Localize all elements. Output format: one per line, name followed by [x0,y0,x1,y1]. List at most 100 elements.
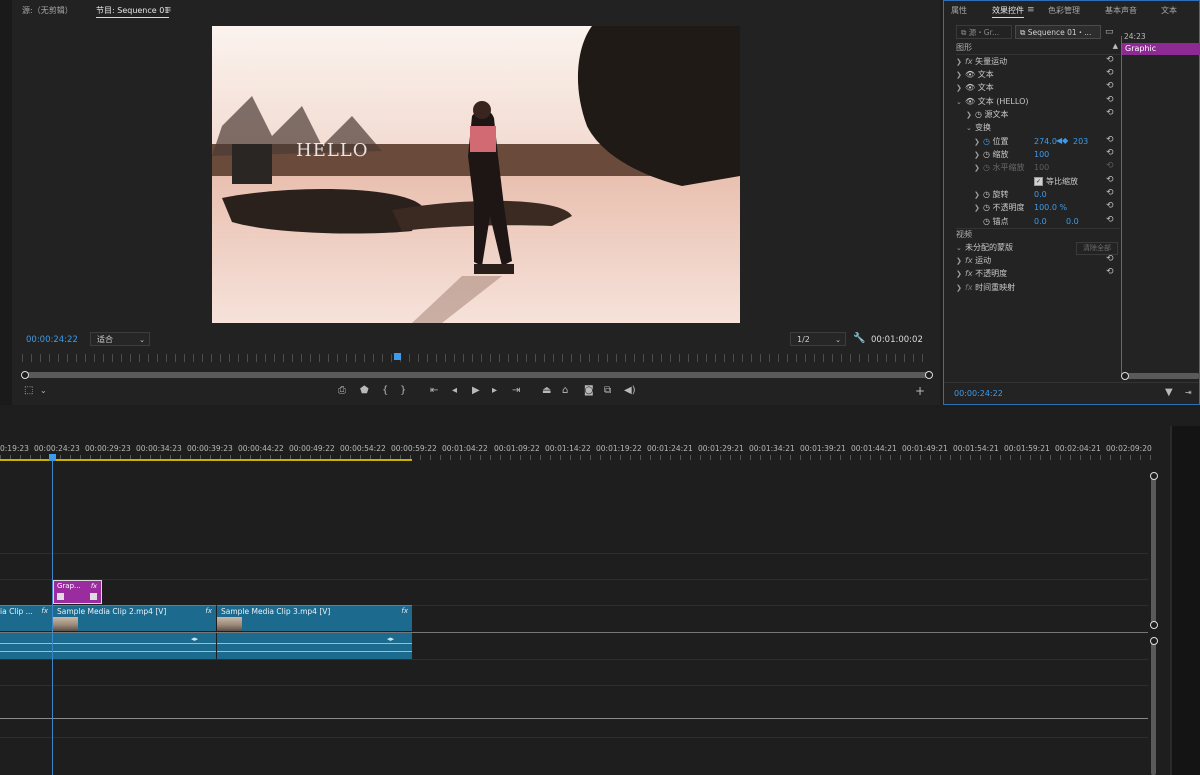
ec-row-vector-motion[interactable]: ❯ fx 矢量运动 [956,55,1120,68]
eye-icon[interactable]: 👁 [965,70,978,79]
hamburger-icon[interactable]: ≡ [1027,5,1035,15]
collapse-arrow-icon[interactable]: ⌄ [966,122,975,135]
video-clip-3[interactable]: Sample Media Clip 3.mp4 [V] fx [217,605,412,631]
sequence-clip-selector[interactable]: ⧉ Sequence 01・... [1015,25,1101,39]
timeline-vertical-scrollbar[interactable] [1151,475,1156,625]
reset-icon[interactable]: ⟲ [1106,215,1114,225]
anchor-y-value[interactable]: 0.0 [1066,217,1079,226]
go-to-in-icon[interactable]: ⇤ [430,386,438,396]
reset-icon[interactable]: ⟲ [1106,148,1114,158]
camera-icon[interactable]: ◙ [584,386,594,396]
timeline-playhead-line[interactable] [52,460,53,775]
rotation-value[interactable]: 0.0 [1034,190,1047,199]
expand-arrow-icon[interactable]: ❯ [956,82,965,95]
stopwatch-icon[interactable]: ◷ [983,190,993,199]
collapse-up-icon[interactable]: ▲ [1113,42,1118,50]
eye-icon[interactable]: 👁 [965,83,978,92]
mark-in-icon[interactable]: { [382,386,388,396]
reset-icon[interactable]: ⟲ [1106,55,1114,65]
reset-icon[interactable]: ⟲ [1106,68,1114,78]
stopwatch-icon[interactable]: ◷ [983,203,993,212]
reset-icon[interactable]: ⟲ [1106,108,1114,118]
ec-row-time-remap[interactable]: ❯ fx 时间重映射 [956,281,1120,294]
scroll-handle-right[interactable] [925,371,933,379]
ec-bottom-timecode[interactable]: 00:00:24:22 [954,389,1003,398]
expand-arrow-icon[interactable]: ❯ [974,202,983,215]
step-forward-icon[interactable]: ▸ [492,386,497,396]
video-clip-2[interactable]: Sample Media Clip 2.mp4 [V] fx [53,605,216,631]
export-arrow-icon[interactable]: ⇥ [1185,388,1192,398]
expand-arrow-icon[interactable]: ❯ [956,282,965,295]
extract-icon[interactable]: ⌂ [562,386,568,396]
reset-icon[interactable]: ⟲ [1106,201,1114,211]
playhead-marker-icon[interactable] [394,353,401,360]
ec-row-opacity2[interactable]: ❯ fx 不透明度 [956,267,1120,280]
hello-text-overlay[interactable]: HELLO [296,140,369,161]
work-area-bar[interactable] [0,459,412,461]
chevron-down-icon[interactable]: ⌄ [40,386,47,396]
step-back-icon[interactable]: ◂ [452,386,457,396]
tab-essential-sound[interactable]: 基本声音 [1105,5,1137,16]
reset-icon[interactable]: ⟲ [1106,267,1114,277]
ec-row-text-1[interactable]: ❯ 👁 文本 [956,68,1120,81]
tab-text[interactable]: 文本 [1161,5,1177,16]
reset-icon[interactable]: ⟲ [1106,81,1114,91]
wrench-icon[interactable]: 🔧 [853,334,865,344]
marker-export-icon[interactable]: ⎙ [338,386,346,396]
keyframe-nav-icon[interactable]: ◀◆ [1056,136,1068,145]
ec-row-transform[interactable]: ⌄ 变换 [956,121,1130,134]
position-y-value[interactable]: 203 [1073,137,1088,146]
play-icon[interactable]: ▶ [472,386,480,396]
ec-row-text-2[interactable]: ❯ 👁 文本 [956,81,1120,94]
audio-clip-1[interactable] [0,633,52,659]
tab-effect-controls[interactable]: 效果控件 [992,5,1024,18]
hamburger-icon[interactable]: ≡ [164,5,172,15]
program-mini-ruler[interactable] [22,354,928,362]
reset-icon[interactable]: ⟲ [1106,175,1114,185]
compare-icon[interactable]: ⧉ [604,386,611,396]
position-x-value[interactable]: 274.0 [1034,137,1057,146]
tab-color-management[interactable]: 色彩管理 [1048,5,1080,16]
audio-vertical-scrollbar[interactable] [1151,640,1156,775]
add-marker-icon[interactable]: ⬟ [360,386,369,396]
scale-value[interactable]: 100 [1034,150,1049,159]
program-zoom-scrollbar[interactable] [24,372,930,378]
stopwatch-icon[interactable]: ◷ [983,137,993,146]
program-timecode[interactable]: 00:00:24:22 [26,335,78,345]
stopwatch-icon[interactable]: ◷ [983,150,993,159]
tab-program[interactable]: 节目: Sequence 01 [96,5,170,18]
graphic-clip[interactable]: Grap... fx [53,580,102,604]
uniform-scale-checkbox[interactable]: ✓ [1034,177,1043,186]
anchor-x-value[interactable]: 0.0 [1034,217,1047,226]
filter-icon[interactable]: ▼ [1165,388,1173,398]
stopwatch-icon[interactable]: ◷ [983,217,993,226]
audio-clip-2[interactable]: ◂▸ [53,633,216,659]
reset-icon[interactable]: ⟲ [1106,135,1114,145]
reset-icon[interactable]: ⟲ [1106,188,1114,198]
scroll-handle-bottom[interactable] [1150,621,1158,629]
ec-row-motion[interactable]: ❯ fx 运动 [956,254,1120,267]
speaker-icon[interactable]: ◀) [624,386,636,396]
eye-icon[interactable]: 👁 [965,97,978,106]
scroll-handle-top[interactable] [1150,472,1158,480]
stopwatch-icon[interactable]: ◷ [975,110,985,119]
ec-row-anchor[interactable]: ◷ 锚点 [956,215,1147,228]
expand-arrow-icon[interactable]: ❯ [956,268,965,281]
ec-mini-clip[interactable]: Graphic [1122,43,1200,55]
resolution-dropdown[interactable]: 1/2 ⌄ [790,332,846,346]
ec-row-text-hello[interactable]: ⌄ 👁 文本 (HELLO) [956,95,1120,108]
go-to-out-icon[interactable]: ⇥ [512,386,520,396]
ec-horizontal-scrollbar[interactable] [1124,373,1200,379]
video-clip-1[interactable]: ia Clip ... fx [0,605,52,631]
tab-properties[interactable]: 属性 [951,5,967,16]
lift-icon[interactable]: ⏏ [542,386,551,396]
scroll-handle-top[interactable] [1150,637,1158,645]
add-button-icon[interactable]: + [915,385,925,397]
ec-row-source-text[interactable]: ❯ ◷ 源文本 [956,108,1130,121]
panel-toggle-icon[interactable]: ▭ [1105,27,1114,37]
mark-out-icon[interactable]: } [400,386,406,396]
opacity-value[interactable]: 100.0 % [1034,203,1067,212]
reset-icon[interactable]: ⟲ [1106,254,1114,264]
safe-margins-icon[interactable]: ⬚ [24,386,33,396]
scroll-handle-left[interactable] [1121,372,1129,380]
